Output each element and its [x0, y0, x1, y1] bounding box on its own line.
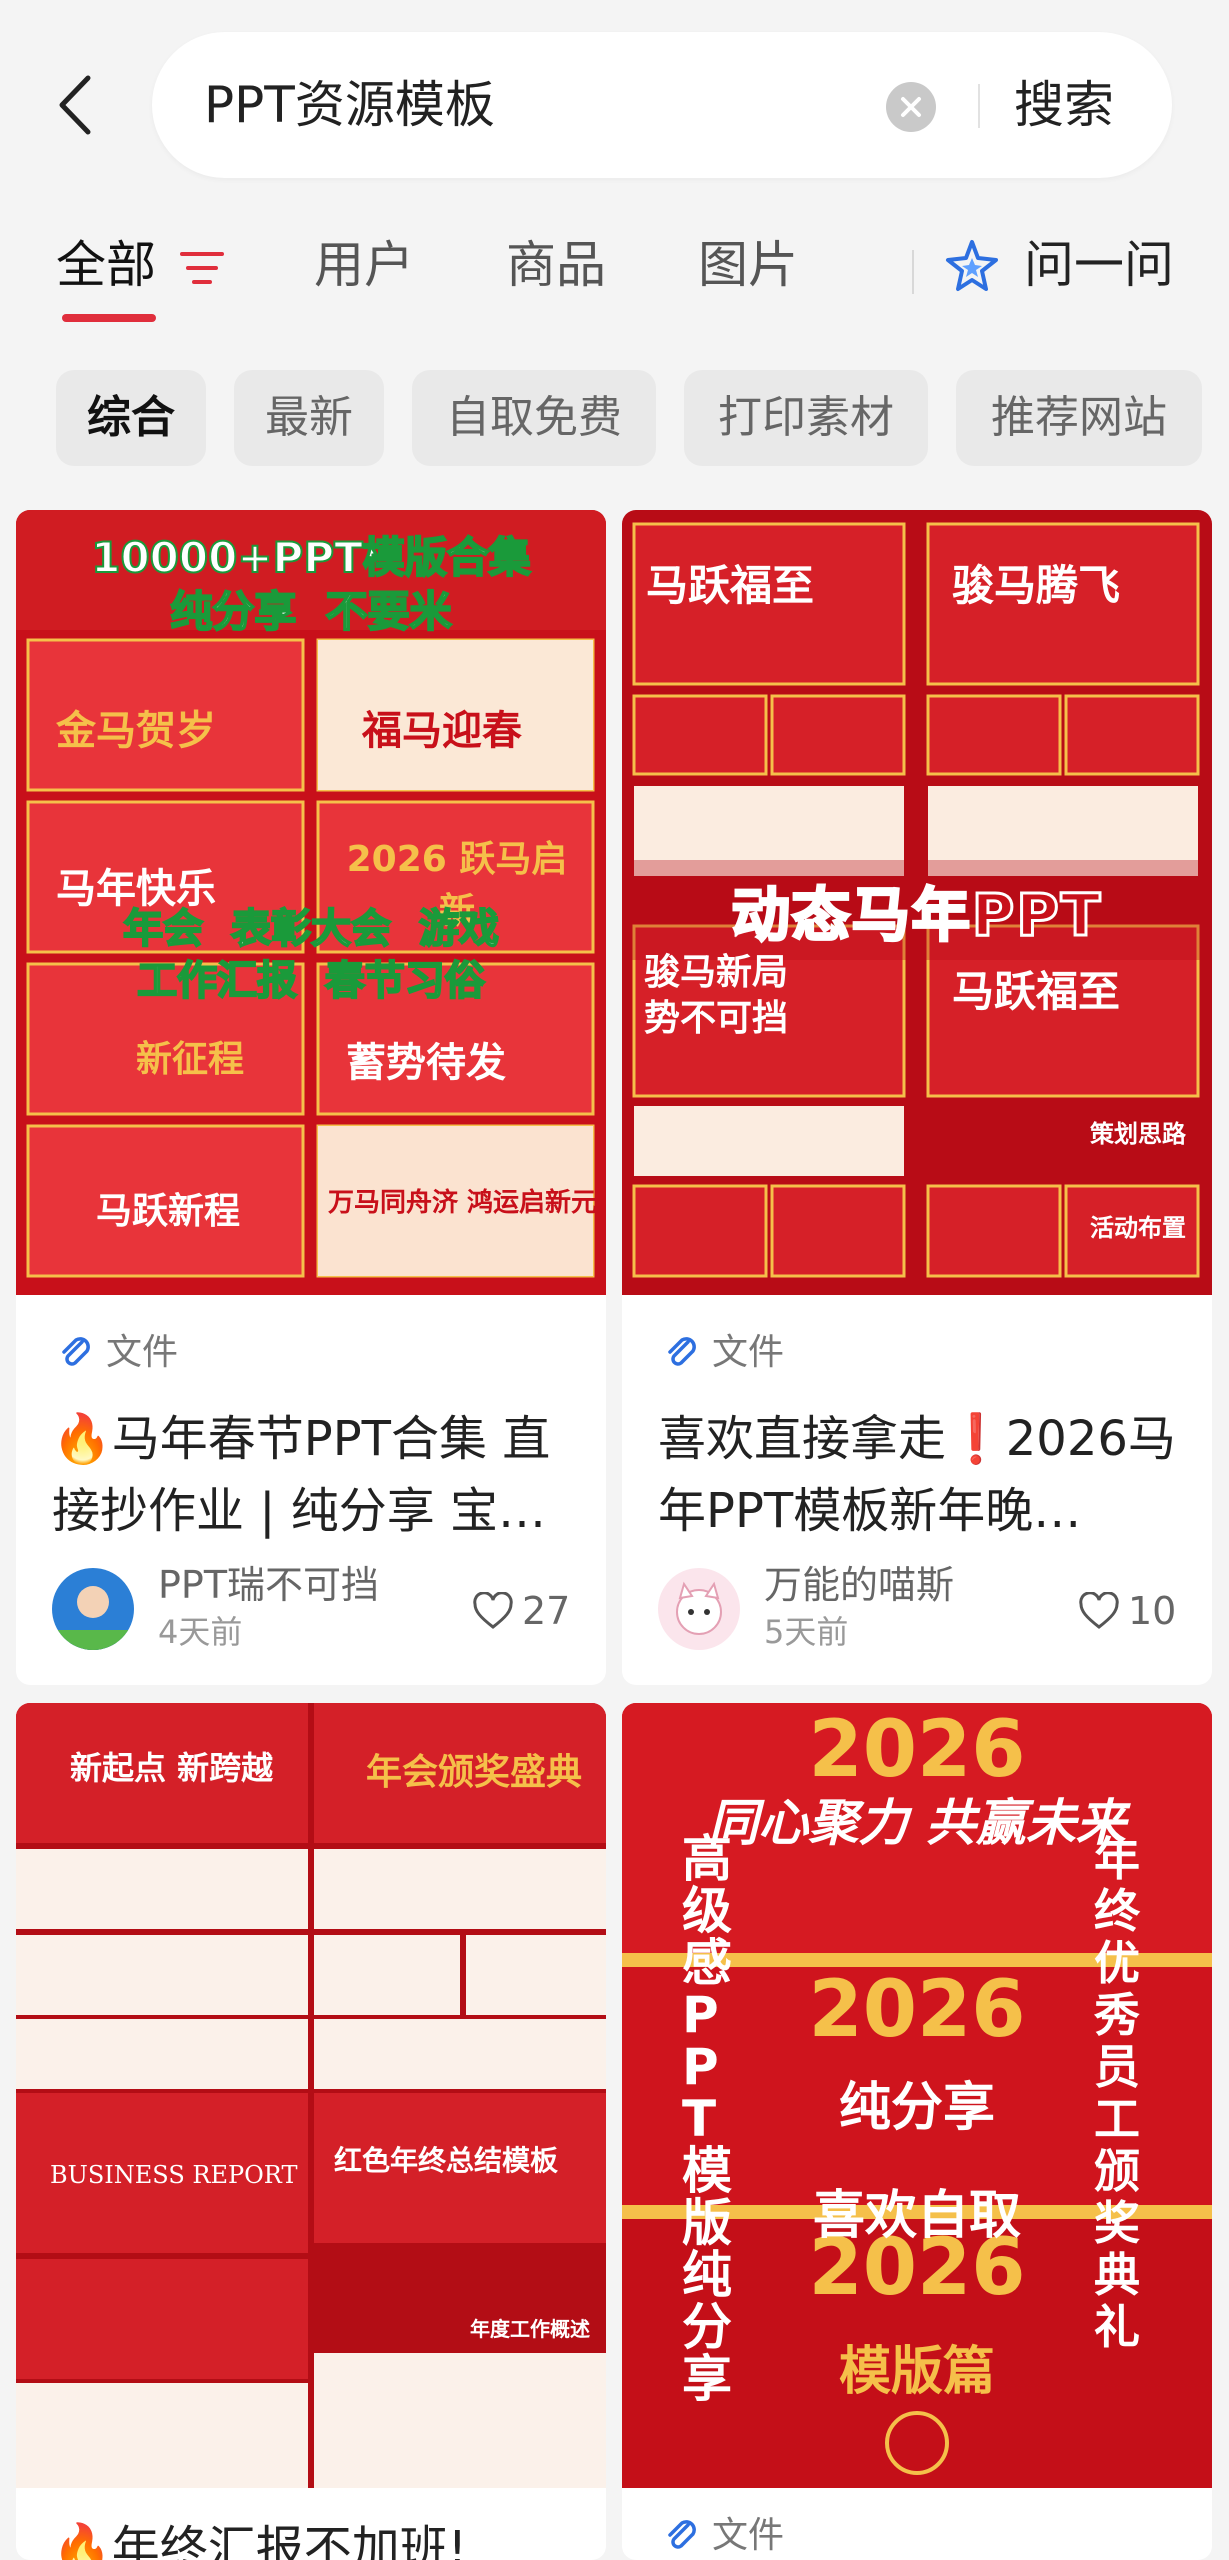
tab-products[interactable]: 商品	[506, 232, 606, 298]
cover-tile-6: 蓄势待发	[346, 1040, 506, 1086]
paperclip-icon	[62, 1337, 90, 1366]
cover-tile-6: 活动布置	[1090, 1214, 1186, 1242]
like-button[interactable]: 27	[472, 1588, 570, 1634]
card-title: 🔥年终汇报不加班!	[52, 2521, 468, 2560]
card-type: 文件	[662, 2513, 784, 2559]
back-button[interactable]	[52, 70, 102, 140]
cover-mid-2: 喜欢自取	[812, 2186, 1021, 2246]
result-card-2[interactable]: 马跃福至 骏马腾飞 动态马年PPT 骏马新局 势不可挡 马跃福至 策划思路 活动…	[622, 510, 1212, 1685]
cover-tile-4: 马跃福至	[952, 967, 1121, 1016]
paperclip-icon	[668, 1337, 696, 1366]
post-time: 5天前	[764, 1613, 849, 1651]
avatar[interactable]	[658, 1568, 740, 1650]
post-time: 4天前	[158, 1613, 243, 1651]
cover-tile-5: 年度工作概述	[470, 2317, 590, 2341]
tab-users[interactable]: 用户	[314, 232, 414, 298]
cover-tile-1: 马跃福至	[646, 561, 815, 610]
card-cover-image	[16, 1703, 606, 2488]
card-type: 文件	[662, 1330, 784, 1376]
like-button[interactable]: 10	[1078, 1588, 1176, 1634]
card-type-label: 文件	[712, 2515, 785, 2556]
top-bar: PPT资源模板 搜索	[0, 0, 1229, 200]
search-box[interactable]: PPT资源模板 搜索	[152, 32, 1172, 178]
cover-tile-4: 红色年终总结模板	[334, 2144, 559, 2177]
result-card-3[interactable]: 新起点 新跨越 年会颁奖盛典 BUSINESS REPORT 红色年终总结模板 …	[16, 1703, 606, 2560]
search-divider	[978, 84, 980, 128]
sparkle-star-icon	[946, 240, 998, 291]
card-title: 喜欢直接拿走❗️2026马年PPT模板新年晚…	[658, 1411, 1176, 1539]
chip-latest[interactable]: 最新	[234, 370, 384, 466]
filter-chips: 综合 最新 自取免费 打印素材 推荐网站	[0, 370, 1229, 466]
cover-mid-3: 模版篇	[838, 2342, 995, 2402]
tab-separator	[912, 250, 914, 294]
cover-line-2: 工作汇报 春节习俗	[136, 957, 486, 1005]
chip-print-materials[interactable]: 打印素材	[684, 370, 928, 466]
heart-icon	[1079, 1591, 1119, 1629]
card-type: 文件	[56, 1330, 178, 1376]
card-type-label: 文件	[106, 1332, 179, 1373]
card-title: 🔥马年春节PPT合集 直接抄作业 | 纯分享 宝…	[52, 1411, 551, 1539]
tab-all[interactable]: 全部	[56, 232, 156, 298]
author-name[interactable]: PPT瑞不可挡	[158, 1562, 379, 1608]
clear-search-button[interactable]	[886, 82, 936, 132]
cover-tile-3: BUSINESS REPORT	[50, 2161, 298, 2189]
card-type-label: 文件	[712, 1332, 785, 1373]
cover-tile-8: 万马同舟济 鸿运启新元	[328, 1188, 598, 1218]
cover-tile-5: 新征程	[136, 1039, 245, 1080]
tab-images[interactable]: 图片	[698, 232, 798, 298]
cover-tile-1: 新起点 新跨越	[70, 1749, 274, 1787]
chip-comprehensive[interactable]: 综合	[56, 370, 206, 466]
chevron-left-icon	[59, 75, 91, 135]
result-card-4[interactable]: 同心聚力 共赢未来 2026 2026 2026 高级感PPT模版纯分享 年终优…	[622, 1703, 1212, 2560]
ask-label: 问一问	[1024, 236, 1174, 294]
cover-tile-2: 福马迎春	[362, 708, 522, 754]
avatar[interactable]	[52, 1568, 134, 1650]
like-count: 10	[1128, 1589, 1177, 1633]
cover-year-1: 2026	[808, 1705, 1026, 1795]
filter-icon[interactable]	[178, 248, 226, 288]
cover-line-1: 年会 表彰大会 游戏	[122, 905, 500, 953]
result-tabs: 全部 用户 商品 图片 问一问	[0, 210, 1229, 330]
chip-free[interactable]: 自取免费	[412, 370, 656, 466]
result-card-1[interactable]: 10000+PPT模版合集 纯分享 不要米 金马贺岁 福马迎春 马年快乐 202…	[16, 510, 606, 1685]
cover-tile-2: 年会颁奖盛典	[366, 1752, 583, 1793]
close-icon	[901, 97, 921, 117]
cover-tile-1: 金马贺岁	[56, 708, 216, 754]
like-count: 27	[522, 1589, 571, 1633]
search-button[interactable]: 搜索	[1014, 72, 1114, 138]
cover-mid-1: 纯分享	[838, 2078, 995, 2138]
cover-tile-3: 骏马新局 势不可挡	[644, 952, 789, 1039]
active-tab-indicator	[62, 314, 156, 322]
author-name[interactable]: 万能的喵斯	[764, 1562, 954, 1608]
paperclip-icon	[668, 2520, 696, 2549]
cover-tile-2: 骏马腾飞	[952, 561, 1121, 610]
cover-banner-2: 纯分享 不要米	[169, 586, 452, 637]
cover-tile-7: 马跃新程	[96, 1191, 241, 1232]
chip-recommended-sites[interactable]: 推荐网站	[956, 370, 1202, 466]
cover-banner-1: 10000+PPT模版合集	[90, 532, 532, 583]
cover-headline: 动态马年PPT	[730, 880, 1103, 951]
cover-tile-5: 策划思路	[1090, 1120, 1186, 1148]
heart-icon	[473, 1591, 513, 1629]
search-input[interactable]: PPT资源模板	[204, 72, 495, 138]
